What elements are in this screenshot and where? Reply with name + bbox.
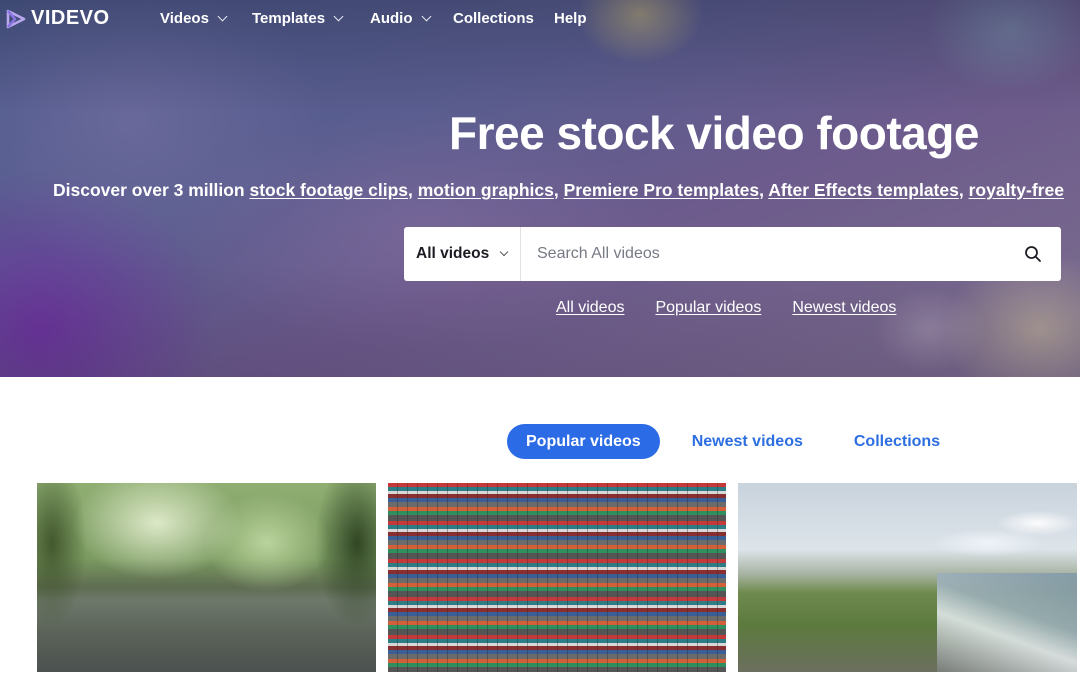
link-royalty-free[interactable]: royalty-free bbox=[969, 180, 1064, 200]
page-title: Free stock video footage bbox=[449, 107, 979, 159]
nav-help[interactable]: Help bbox=[554, 10, 587, 27]
search-icon bbox=[1025, 246, 1041, 262]
separator: , bbox=[759, 180, 765, 200]
video-thumbnail-coastline[interactable] bbox=[738, 483, 1077, 672]
chevron-down-icon bbox=[421, 11, 431, 22]
quick-link-popular-videos[interactable]: Popular videos bbox=[655, 299, 761, 317]
search-bar: All videos bbox=[404, 227, 1061, 281]
separator: , bbox=[958, 180, 964, 200]
nav-templates[interactable]: Templates bbox=[252, 10, 344, 27]
chevron-down-icon bbox=[499, 247, 509, 257]
nav-help-label: Help bbox=[554, 10, 587, 27]
logo-text: VIDEVO bbox=[31, 7, 110, 29]
tab-popular-videos[interactable]: Popular videos bbox=[507, 424, 660, 459]
search-scope-select[interactable]: All videos bbox=[404, 227, 521, 281]
content-tabs: Popular videos Newest videos Collections bbox=[507, 424, 940, 459]
top-navigation: VIDEVO Videos Templates Audio Collection… bbox=[0, 0, 1080, 38]
nav-audio[interactable]: Audio bbox=[370, 10, 431, 27]
separator: , bbox=[553, 180, 559, 200]
nav-templates-label: Templates bbox=[252, 10, 326, 27]
video-thumbnail-rain[interactable] bbox=[37, 483, 376, 672]
chevron-down-icon bbox=[333, 11, 344, 22]
hero-banner: VIDEVO Videos Templates Audio Collection… bbox=[0, 0, 1080, 377]
logo[interactable]: VIDEVO bbox=[5, 7, 110, 30]
quick-links: All videos Popular videos Newest videos bbox=[556, 299, 896, 317]
separator: , bbox=[408, 180, 413, 200]
hero-subtitle: Discover over 3 million stock footage cl… bbox=[53, 180, 1080, 201]
link-stock-footage-clips[interactable]: stock footage clips bbox=[249, 180, 408, 200]
link-premiere-pro-templates[interactable]: Premiere Pro templates bbox=[564, 180, 760, 200]
hero-subtitle-prefix: Discover over 3 million bbox=[53, 180, 245, 200]
tab-newest-videos[interactable]: Newest videos bbox=[692, 424, 803, 459]
search-button[interactable] bbox=[1005, 227, 1061, 281]
nav-collections[interactable]: Collections bbox=[453, 10, 534, 27]
videvo-logo-icon bbox=[6, 9, 26, 28]
link-motion-graphics[interactable]: motion graphics bbox=[418, 180, 554, 200]
nav-videos-label: Videos bbox=[160, 10, 209, 27]
quick-link-all-videos[interactable]: All videos bbox=[556, 299, 624, 317]
video-thumbnail-containers[interactable] bbox=[388, 483, 726, 672]
nav-audio-label: Audio bbox=[370, 10, 413, 27]
quick-link-newest-videos[interactable]: Newest videos bbox=[792, 299, 896, 317]
nav-collections-label: Collections bbox=[453, 10, 534, 27]
search-scope-value: All videos bbox=[416, 245, 490, 262]
nav-videos[interactable]: Videos bbox=[160, 10, 228, 27]
link-after-effects-templates[interactable]: After Effects templates bbox=[768, 180, 959, 200]
chevron-down-icon bbox=[217, 11, 228, 22]
tab-collections[interactable]: Collections bbox=[854, 424, 940, 459]
search-input[interactable] bbox=[521, 227, 1005, 281]
